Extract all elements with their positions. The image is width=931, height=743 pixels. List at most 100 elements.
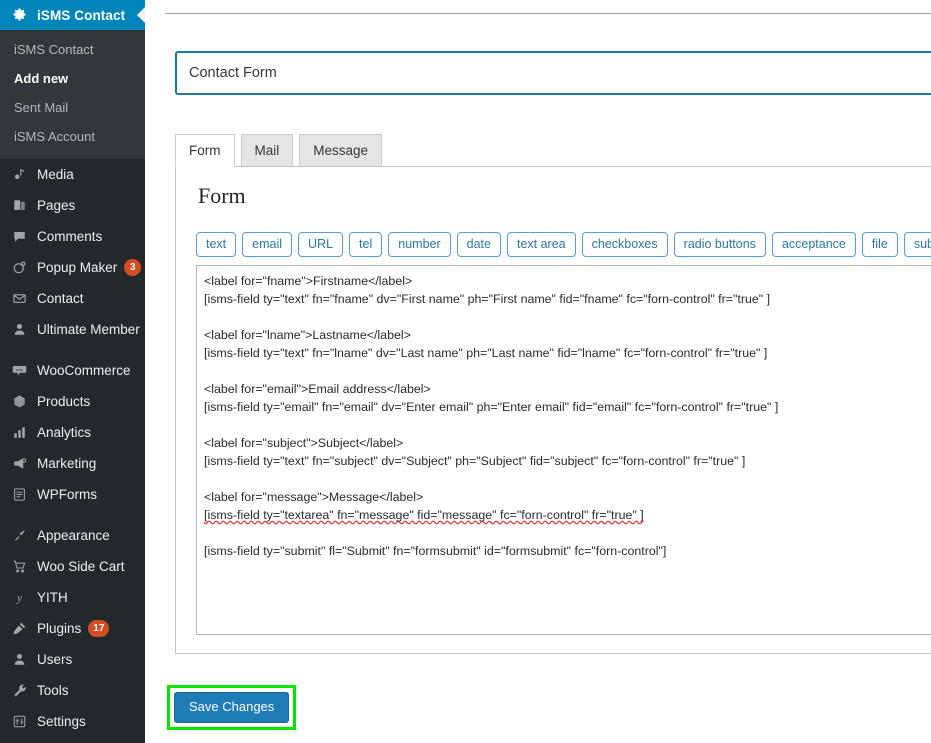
tag-button-radio-buttons[interactable]: radio buttons [674, 232, 766, 257]
code-line [204, 362, 931, 380]
sidebar-item-pages[interactable]: Pages [0, 190, 145, 221]
yith-icon: y [8, 590, 30, 605]
sidebar-divider [0, 510, 145, 520]
products-box-icon [8, 394, 30, 409]
code-line: [isms-field ty="submit" fl="Submit" fn="… [204, 542, 931, 560]
sidebar-group-commerce: woo WooCommerce Products Analytics [0, 355, 145, 510]
tag-button-url[interactable]: URL [298, 232, 343, 257]
sidebar-subitem-add-new[interactable]: Add new [0, 65, 145, 94]
code-line [204, 308, 931, 326]
tab-form[interactable]: Form [175, 134, 235, 167]
sidebar-group-admin: Appearance Woo Side Cart y YITH Plugins [0, 520, 145, 743]
code-line: [isms-field ty="text" fn="subject" dv="S… [204, 452, 931, 470]
form-editor-tabs: Form Mail Message [175, 127, 388, 167]
media-icon [8, 167, 30, 182]
sidebar-item-label: Popup Maker [37, 260, 117, 275]
sidebar-item-appearance[interactable]: Appearance [0, 520, 145, 551]
content-top-divider [165, 13, 931, 14]
plugins-badge: 17 [88, 620, 109, 637]
woocommerce-icon: woo [8, 363, 30, 378]
tab-mail[interactable]: Mail [241, 134, 294, 167]
sidebar-item-products[interactable]: Products [0, 386, 145, 417]
svg-text:y: y [16, 593, 22, 605]
sidebar-item-label: Woo Side Cart [37, 559, 125, 574]
tab-message[interactable]: Message [299, 134, 382, 167]
sidebar-item-wp-mail-smtp[interactable]: WP Mail SMTP [0, 737, 145, 743]
sidebar-item-marketing[interactable]: Marketing [0, 448, 145, 479]
tabs-baseline [175, 166, 931, 167]
form-tab-panel: Form text email URL tel number date text… [175, 167, 931, 654]
sidebar-item-woo-side-cart[interactable]: Woo Side Cart [0, 551, 145, 582]
sidebar-item-analytics[interactable]: Analytics [0, 417, 145, 448]
sidebar-item-plugins[interactable]: Plugins 17 [0, 613, 145, 644]
wrench-icon [8, 683, 30, 698]
post-title-input[interactable] [175, 51, 931, 95]
sidebar-item-label: Tools [37, 683, 69, 698]
tag-button-submit[interactable]: submit [904, 232, 931, 257]
cart-icon [8, 559, 30, 574]
sidebar-item-yith[interactable]: y YITH [0, 582, 145, 613]
code-line [204, 470, 931, 488]
sidebar-item-popup-maker[interactable]: Popup Maker 3 [0, 252, 145, 283]
paintbrush-icon [8, 528, 30, 543]
comments-icon [8, 229, 30, 244]
code-line: <label for="subject">Subject</label> [204, 434, 931, 452]
sidebar-item-users[interactable]: Users [0, 644, 145, 675]
sidebar-item-media[interactable]: Media [0, 159, 145, 190]
tag-button-checkboxes[interactable]: checkboxes [582, 232, 668, 257]
code-line: [isms-field ty="email" fn="email" dv="En… [204, 398, 931, 416]
sidebar-item-label: Products [37, 394, 90, 409]
sidebar-item-label: Media [37, 167, 74, 182]
sidebar-item-isms-contact[interactable]: iSMS Contact [0, 0, 145, 30]
tag-button-acceptance[interactable]: acceptance [772, 232, 856, 257]
megaphone-icon [8, 456, 30, 471]
tag-button-text[interactable]: text [196, 232, 236, 257]
sidebar-item-label: Ultimate Member [37, 322, 140, 337]
code-line: <label for="message">Message</label> [204, 488, 931, 506]
plugins-plug-icon [8, 621, 30, 636]
user-icon [8, 322, 30, 337]
sidebar-item-label: Appearance [37, 528, 110, 543]
tag-button-text-area[interactable]: text area [507, 232, 576, 257]
sidebar-item-tools[interactable]: Tools [0, 675, 145, 706]
sidebar-item-label: Analytics [37, 425, 91, 440]
sidebar-item-label: Settings [37, 714, 86, 729]
form-markup-editor[interactable]: <label for="fname">Firstname</label> [is… [196, 265, 931, 635]
sidebar-item-ultimate-member[interactable]: Ultimate Member [0, 314, 145, 345]
sidebar-item-woocommerce[interactable]: woo WooCommerce [0, 355, 145, 386]
save-button-highlight: Save Changes [167, 685, 296, 730]
sidebar-subitem-sent-mail[interactable]: Sent Mail [0, 94, 145, 123]
sidebar-subitem-isms-contact[interactable]: iSMS Contact [0, 36, 145, 65]
admin-content: Form Mail Message Form text email URL te… [145, 0, 931, 743]
tag-button-number[interactable]: number [388, 232, 450, 257]
tag-button-email[interactable]: email [242, 232, 292, 257]
code-line: [isms-field ty="text" fn="lname" dv="Las… [204, 344, 931, 362]
envelope-icon [8, 291, 30, 306]
sidebar-group-content: Media Pages Comments Popup Maker 3 [0, 159, 145, 345]
sidebar-item-label: Pages [37, 198, 75, 213]
pages-icon [8, 198, 30, 213]
sidebar-item-label: WooCommerce [37, 363, 131, 378]
settings-sliders-icon [8, 714, 30, 729]
sidebar-item-label: YITH [37, 590, 68, 605]
admin-sidebar: iSMS Contact iSMS Contact Add new Sent M… [0, 0, 145, 743]
sidebar-item-comments[interactable]: Comments [0, 221, 145, 252]
tag-button-file[interactable]: file [862, 232, 898, 257]
sidebar-item-label: Marketing [37, 456, 96, 471]
sidebar-subitem-isms-account[interactable]: iSMS Account [0, 123, 145, 152]
wp-admin-screen: iSMS Contact iSMS Contact Add new Sent M… [0, 0, 931, 743]
sidebar-item-wpforms[interactable]: WPForms [0, 479, 145, 510]
code-line [204, 524, 931, 542]
code-line: [isms-field ty="textarea" fn="message" f… [204, 506, 931, 524]
panel-heading: Form [198, 183, 246, 209]
analytics-bars-icon [8, 425, 30, 440]
sidebar-item-label: Comments [37, 229, 102, 244]
svg-text:woo: woo [16, 368, 23, 372]
sidebar-item-settings[interactable]: Settings [0, 706, 145, 737]
code-line: [isms-field ty="text" fn="fname" dv="Fir… [204, 290, 931, 308]
sidebar-item-contact[interactable]: Contact [0, 283, 145, 314]
tag-button-date[interactable]: date [457, 232, 501, 257]
save-changes-button[interactable]: Save Changes [174, 692, 289, 723]
tag-button-tel[interactable]: tel [349, 232, 382, 257]
sidebar-active-arrow [137, 6, 145, 24]
